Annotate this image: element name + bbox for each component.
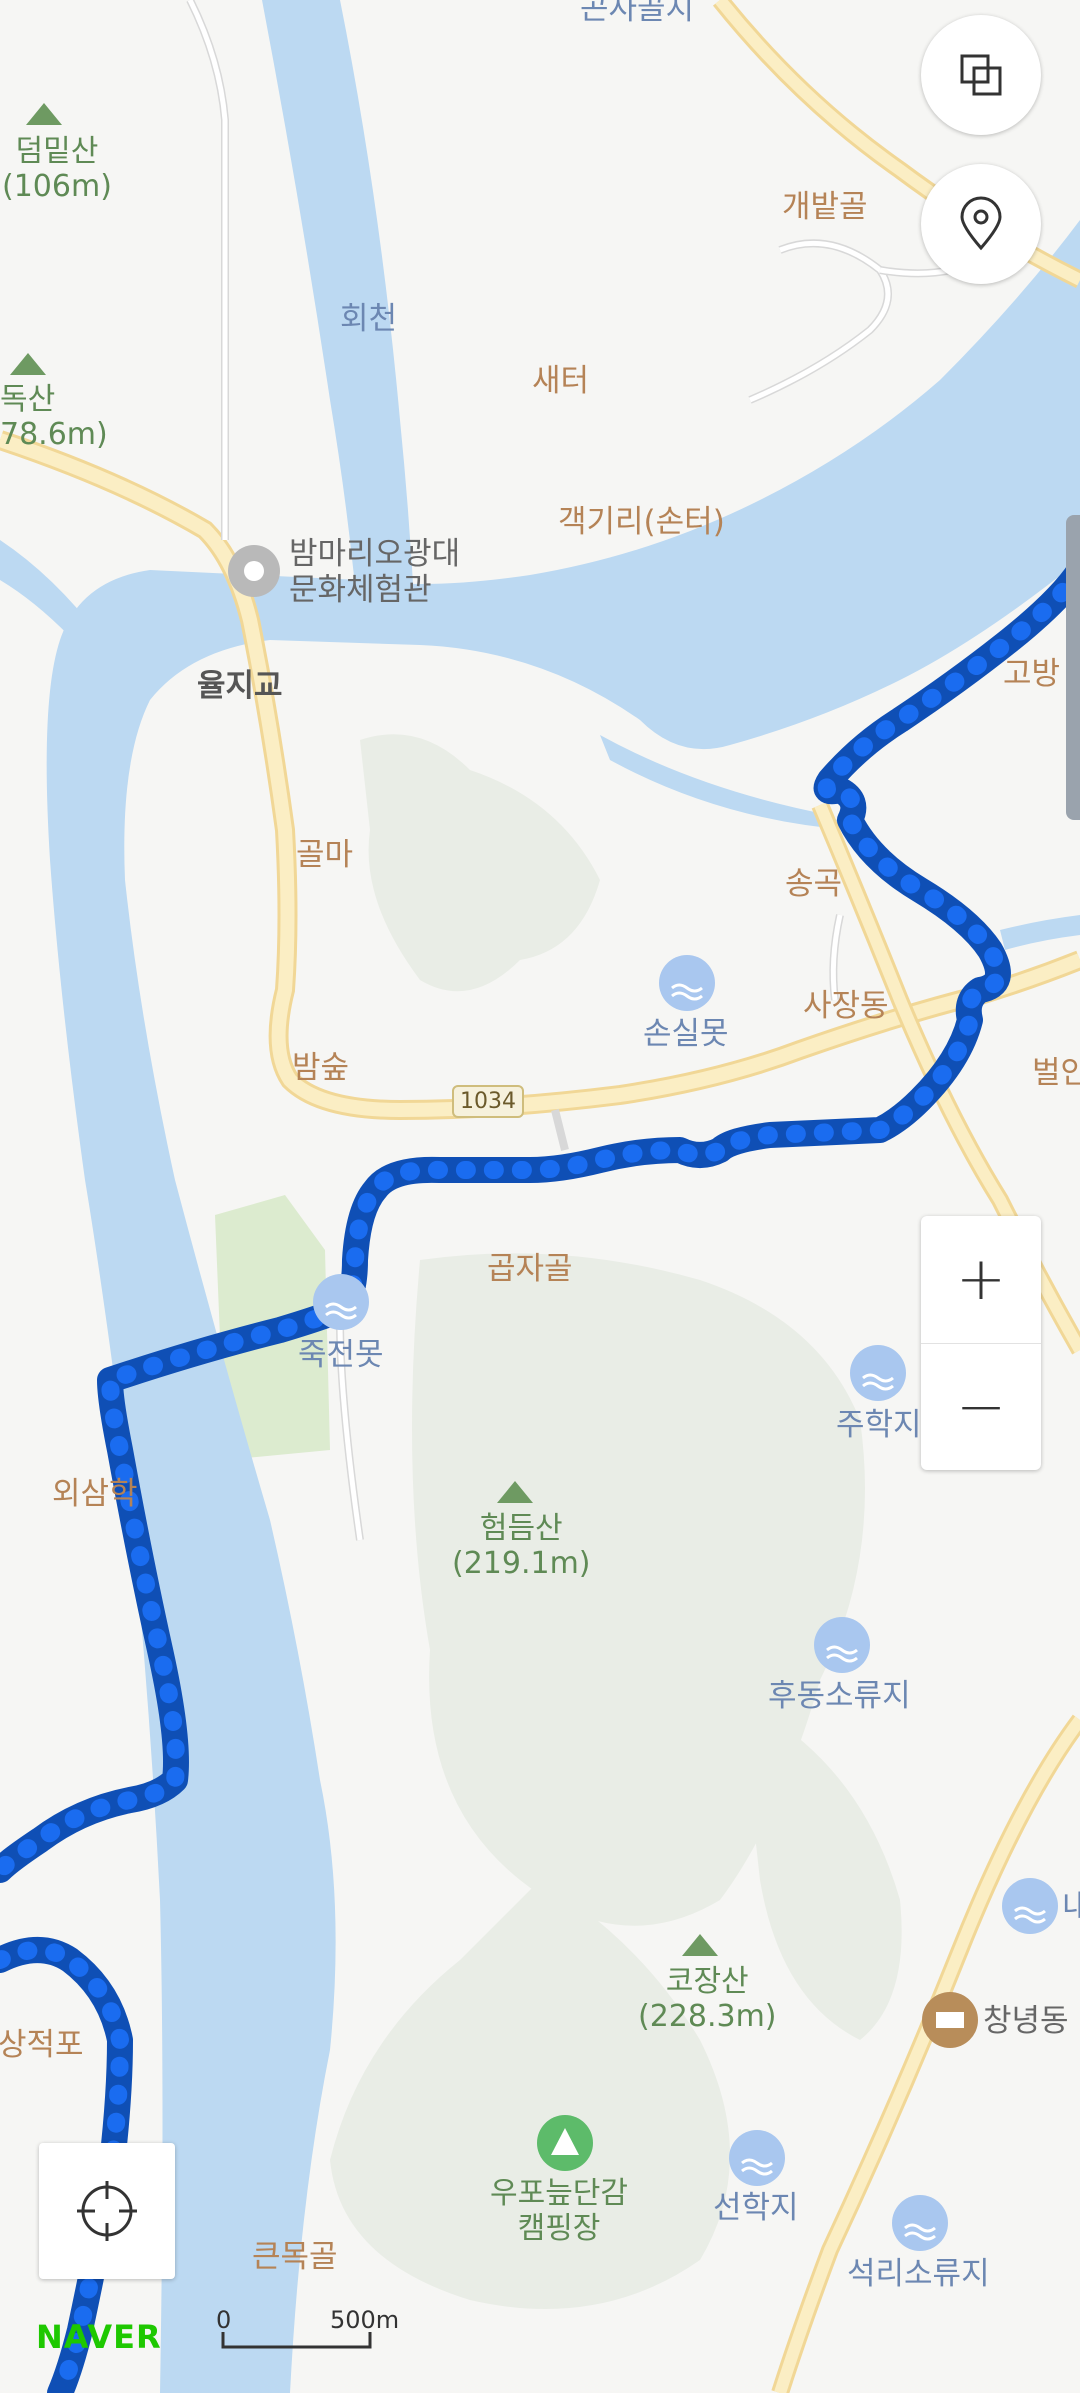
terrain-shading xyxy=(330,734,902,2309)
scale-start-label: 0 xyxy=(216,2306,232,2334)
scale-end-label: 500m xyxy=(330,2306,400,2334)
mountain-label-heomdeum: 험듬산 (219.1m) xyxy=(452,1511,591,1581)
zoom-in-button[interactable]: + xyxy=(921,1216,1041,1343)
facility-label-culture-center: 밤마리오광대 문화체험관 xyxy=(289,536,461,608)
water-label-sonsilmot: 손실못 xyxy=(643,1016,729,1052)
mountain-label-dok: 독산 78.6m) xyxy=(0,382,108,452)
place-label-beoban: 벌안 xyxy=(1032,1055,1080,1091)
place-label-sangjeokpo: 상적포 xyxy=(0,2027,84,2063)
map-canvas[interactable] xyxy=(0,0,1080,2393)
location-pin-button[interactable] xyxy=(921,164,1041,284)
current-location-button[interactable] xyxy=(39,2143,175,2279)
mountain-label-kojang: 코장산 (228.3m) xyxy=(638,1964,777,2034)
layer-toggle-button[interactable] xyxy=(921,15,1041,135)
water-label-juhakji: 주학지 xyxy=(836,1407,922,1443)
water-label-seokrisoryuji: 석리소류지 xyxy=(847,2256,990,2292)
facility-label-campsite: 우포늪단감 캠핑장 xyxy=(490,2176,628,2246)
place-label-sajangdong: 사장동 xyxy=(803,988,889,1024)
place-label-keunmokgol: 큰목골 xyxy=(252,2239,338,2275)
place-label-oesamhak: 외삼학 xyxy=(52,1476,138,1512)
water-label-jukjeonmot: 죽전못 xyxy=(298,1337,384,1373)
place-label-songgok: 송곡 xyxy=(785,866,843,902)
naver-logo: NAVER xyxy=(36,2318,162,2356)
mountain-label-deommit: 덤밑산 (106m) xyxy=(2,134,112,204)
bridge-label-yulji: 율지교 xyxy=(197,668,283,704)
place-label-saeteo: 새터 xyxy=(532,363,590,399)
water-label-hoecheon: 회천 xyxy=(340,301,398,337)
map-pin-icon xyxy=(960,196,1002,251)
zoom-out-button[interactable]: − xyxy=(921,1344,1041,1471)
place-label-gobang: 고방 xyxy=(1003,656,1061,692)
place-label-golma: 골마 xyxy=(296,837,354,873)
place-label-bamsup: 밤숲 xyxy=(292,1050,350,1086)
place-label-gaekgiri: 객기리(손터) xyxy=(558,504,725,540)
layers-icon xyxy=(960,54,1002,96)
water-label-na: 내 xyxy=(1062,1889,1080,1925)
side-panel-handle[interactable] xyxy=(1066,515,1080,820)
road-number-badge: 1034 xyxy=(452,1085,524,1118)
place-label-gaebatgol: 개밭골 xyxy=(782,189,868,225)
place-label-gonsagolji: 곤사골지 xyxy=(580,0,695,27)
place-label-gopjagol: 곱자골 xyxy=(487,1251,573,1287)
zoom-control: + − xyxy=(921,1216,1041,1470)
facility-label-changnyeong: 창녕동 xyxy=(983,2003,1069,2039)
water-label-seonhakji: 선학지 xyxy=(713,2190,799,2226)
crosshair-icon xyxy=(77,2181,137,2241)
water-label-hudongsoryuji: 후동소류지 xyxy=(768,1678,911,1714)
